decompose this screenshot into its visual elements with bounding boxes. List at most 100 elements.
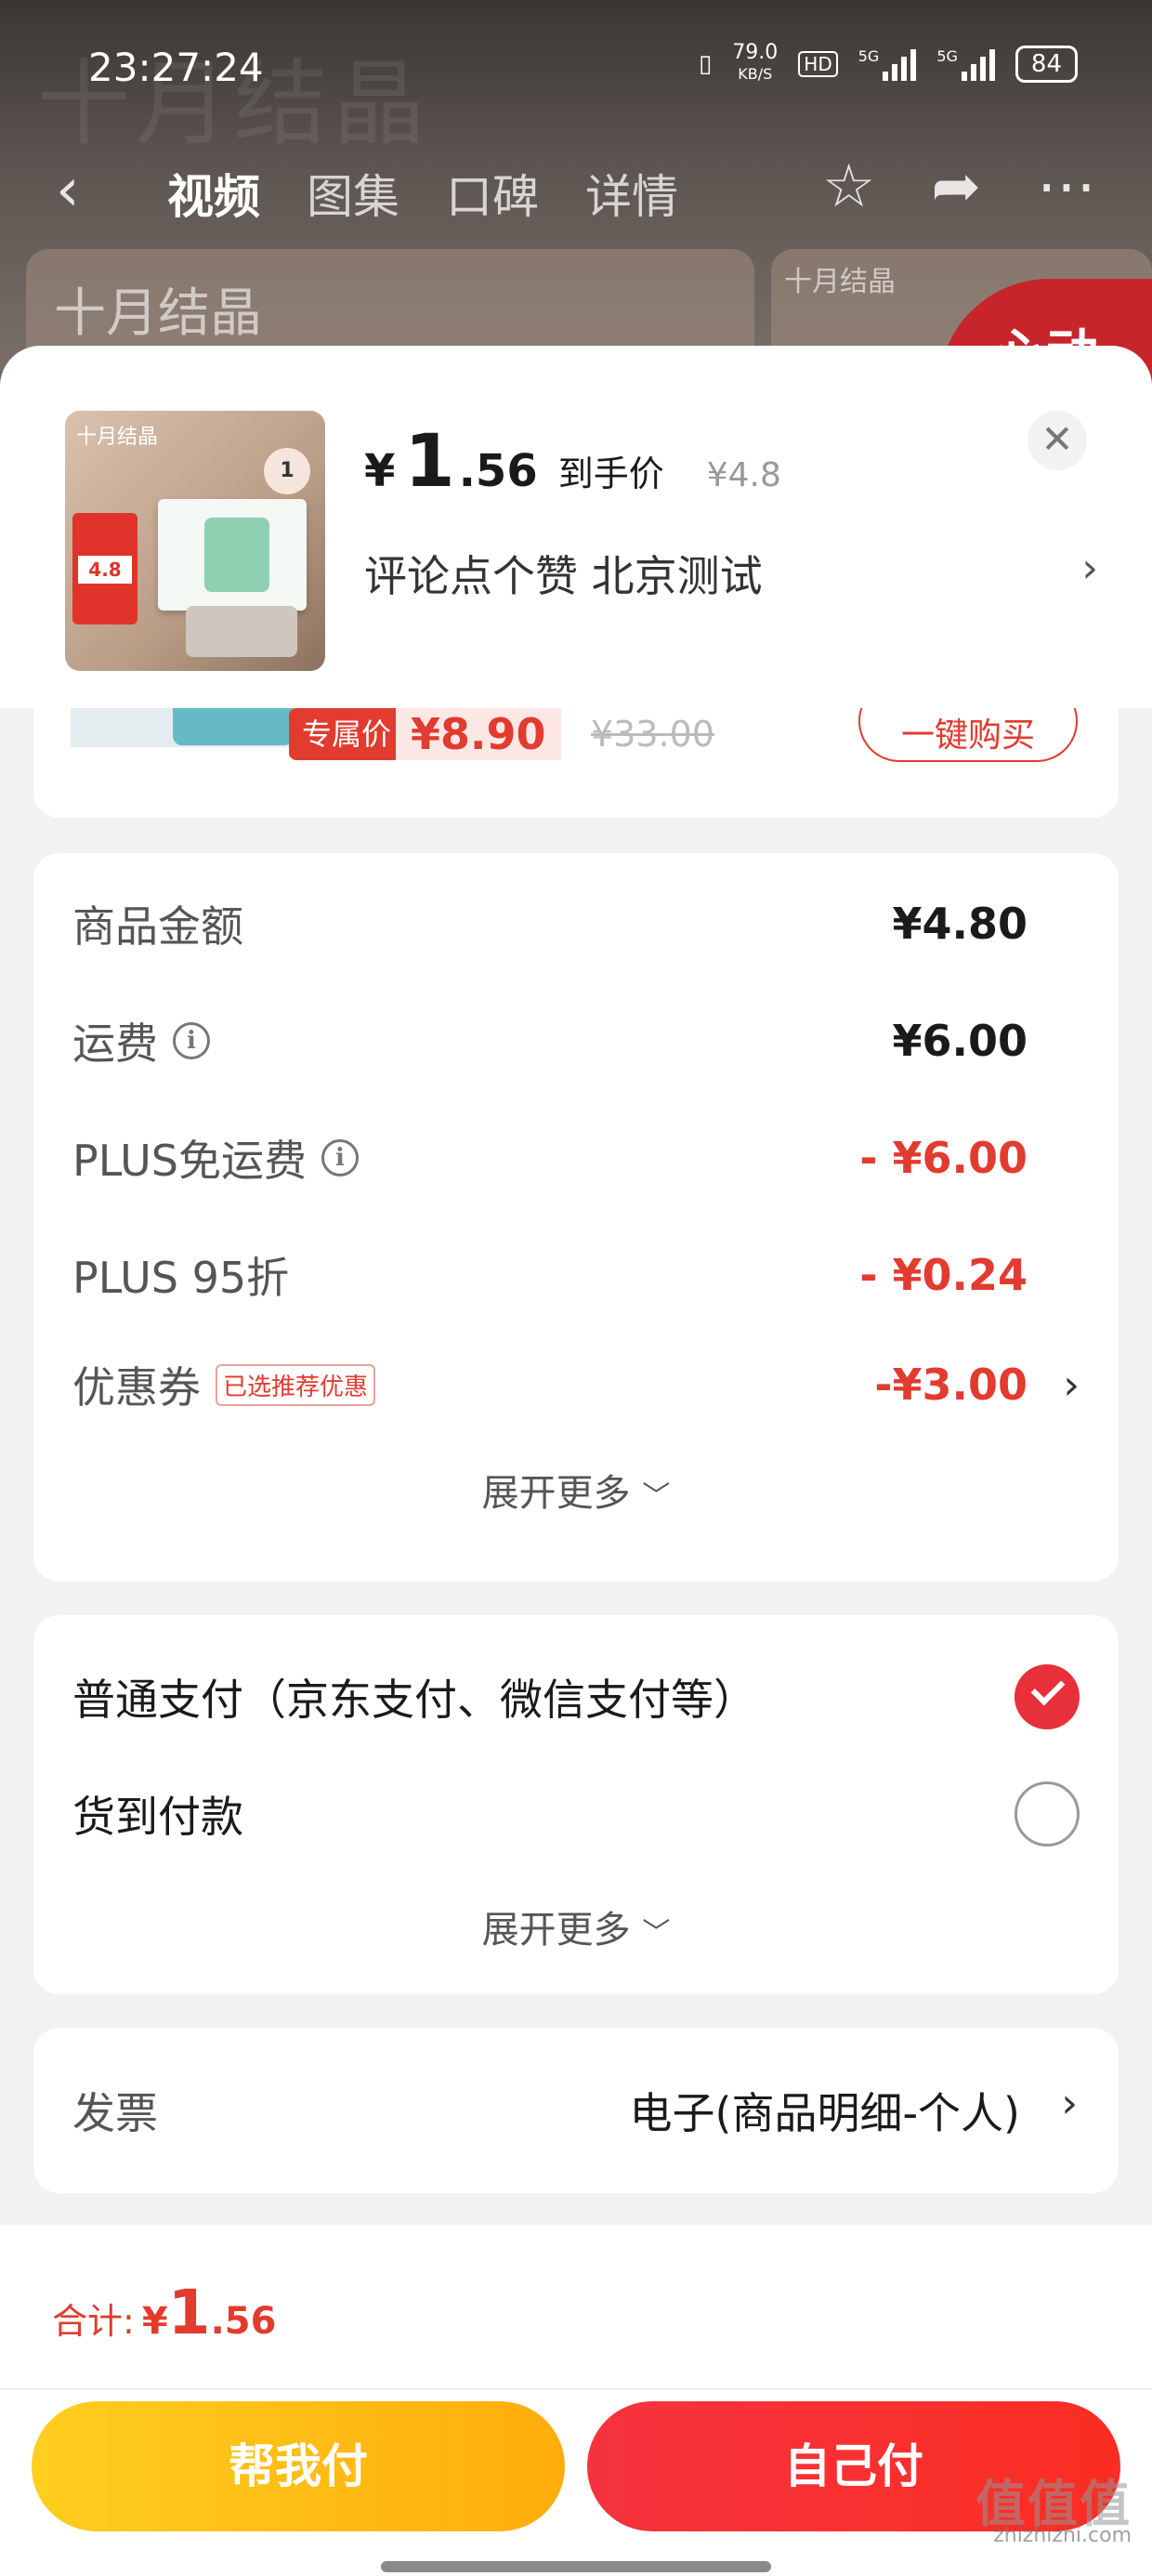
chevron-right-icon: ›	[1081, 545, 1098, 592]
status-bar: 23:27:24 ▯ 79.0 KB/S HD 5G 5G 84	[0, 0, 1152, 139]
network-speed-unit: KB/S	[738, 65, 773, 83]
sheet-header: 十月结晶 1 ¥ 1 .56 到手价 ¥4.8 ✕ 评论点个赞 北京测试 ›	[0, 346, 1152, 708]
chevron-down-icon: ﹀	[642, 1480, 671, 1513]
radio-checked-icon[interactable]	[1015, 1664, 1080, 1729]
product-image-badge: 1	[264, 448, 310, 494]
share-icon[interactable]: ➦	[931, 152, 981, 221]
home-indicator[interactable]	[381, 2561, 771, 2572]
tab-video[interactable]: 视频	[167, 160, 260, 227]
hd-icon: HD	[798, 50, 838, 77]
cost-row-plus-free-shipping: PLUS免运费 i - ¥6.00	[72, 1130, 1080, 1186]
vibrate-icon: ▯	[699, 49, 713, 78]
back-icon[interactable]: ‹	[56, 156, 80, 225]
cost-value: ¥6.00	[892, 1016, 1028, 1066]
coupon-row[interactable]: 优惠券 已选推荐优惠 -¥3.00 ›	[72, 1357, 1080, 1413]
star-icon[interactable]: ☆	[822, 152, 875, 221]
cost-label: 运费 i	[72, 1010, 210, 1071]
signal-label: 5G	[857, 46, 880, 65]
cost-value: - ¥6.00	[859, 1133, 1028, 1183]
payment-option-label: 普通支付（京东支付、微信支付等）	[72, 1675, 756, 1725]
product-image-promo	[72, 513, 137, 624]
help-me-pay-button[interactable]: 帮我付	[32, 2401, 565, 2531]
total-integer: 1	[167, 2277, 211, 2348]
tab-details[interactable]: 详情	[585, 160, 678, 227]
cost-label: 优惠券 已选推荐优惠	[72, 1354, 376, 1415]
price-integer: 1	[404, 420, 455, 504]
more-icon[interactable]: ⋯	[1037, 152, 1096, 221]
expand-more-button[interactable]: 展开更多 ﹀	[33, 1899, 1119, 1953]
nav-actions: ☆ ➦ ⋯	[822, 152, 1096, 221]
battery-icon: 84	[1015, 45, 1078, 83]
background-card-2-brand: 十月结晶	[784, 266, 896, 298]
product-image-base	[186, 606, 297, 657]
expand-more-button[interactable]: 展开更多 ﹀	[33, 1463, 1119, 1517]
original-price: ¥4.8	[706, 456, 781, 494]
product-image-box	[158, 499, 307, 611]
expand-more-label: 展开更多	[481, 1909, 631, 1952]
exclusive-price: ¥8.90	[396, 708, 561, 760]
product-image: 十月结晶 1	[65, 411, 325, 671]
chevron-right-icon: ›	[1061, 2080, 1078, 2127]
signal-icon: 5G	[858, 47, 917, 81]
product-image-brand: 十月结晶	[76, 426, 159, 449]
cost-breakdown-card: 商品金额 ¥4.80 运费 i ¥6.00 PLUS免运费 i - ¥6.00 …	[33, 853, 1119, 1582]
one-click-buy-button[interactable]: 一键购买	[858, 708, 1078, 762]
chevron-right-icon: ›	[1063, 1360, 1080, 1409]
cost-row-plus-discount: PLUS 95折 - ¥0.24	[72, 1247, 1080, 1303]
info-icon[interactable]: i	[173, 1022, 210, 1059]
expand-more-label: 展开更多	[481, 1472, 631, 1515]
top-nav: ‹ 视频 图集 口碑 详情 ☆ ➦ ⋯	[0, 149, 1152, 232]
cost-row-shipping: 运费 i ¥6.00	[72, 1013, 1080, 1069]
signal-icon-2: 5G	[936, 47, 995, 81]
payment-option-online[interactable]: 普通支付（京东支付、微信支付等）	[72, 1660, 1080, 1734]
recommend-thumbnail	[71, 708, 303, 747]
cost-label-text: 商品金额	[72, 901, 243, 952]
payment-option-cod[interactable]: 货到付款	[72, 1777, 1080, 1851]
price-decimal: .56	[458, 445, 538, 497]
signal-label-2: 5G	[936, 46, 958, 65]
site-watermark: zhizhizhi.com	[993, 2524, 1132, 2547]
payment-option-label: 货到付款	[72, 1792, 243, 1842]
recommend-original-price: ¥33.00	[591, 714, 714, 755]
cost-label: 商品金额	[72, 893, 243, 954]
total-label: 合计:	[52, 2301, 135, 2342]
cost-label-text: PLUS免运费	[72, 1136, 307, 1186]
coupon-badge: 已选推荐优惠	[216, 1363, 376, 1406]
cost-label: PLUS 95折	[72, 1244, 289, 1306]
cost-label: PLUS免运费 i	[72, 1127, 359, 1189]
divider	[0, 2388, 1152, 2390]
cost-row-goods: 商品金额 ¥4.80	[72, 896, 1080, 952]
status-icons: ▯ 79.0 KB/S HD 5G 5G 84	[699, 43, 1078, 85]
invoice-label: 发票	[72, 2088, 158, 2138]
nav-tabs: 视频 图集 口碑 详情	[167, 160, 678, 227]
network-speed: 79.0 KB/S	[732, 43, 778, 85]
invoice-value: 电子(商品明细-个人)	[629, 2088, 1021, 2138]
total-decimal: .56	[210, 2300, 277, 2343]
exclusive-price-tag: 专属价	[289, 708, 405, 760]
cost-label-text: 运费	[72, 1019, 158, 1069]
info-icon[interactable]: i	[321, 1139, 359, 1176]
spec-selector[interactable]: 评论点个赞 北京测试 ›	[364, 543, 1098, 604]
network-speed-value: 79.0	[732, 41, 779, 64]
tab-reviews[interactable]: 口碑	[446, 160, 539, 227]
invoice-row[interactable]: 发票 电子(商品明细-个人) ›	[33, 2028, 1119, 2193]
close-icon[interactable]: ✕	[1028, 411, 1087, 470]
radio-unchecked-icon[interactable]	[1015, 1781, 1080, 1847]
total-price: 合计: ¥ 1 .56	[52, 2277, 276, 2348]
tab-gallery[interactable]: 图集	[307, 160, 399, 227]
background-card-brand: 十月结晶	[54, 283, 262, 344]
recommend-card: 专属价 ¥8.90 ¥33.00 一键购买	[33, 708, 1119, 818]
total-symbol: ¥	[141, 2300, 168, 2343]
chevron-down-icon: ﹀	[642, 1917, 671, 1950]
spec-text: 评论点个赞 北京测试	[364, 551, 763, 601]
cost-value: ¥4.80	[892, 899, 1028, 949]
coupon-label: 优惠券	[72, 1362, 201, 1413]
cost-value: - ¥0.24	[859, 1250, 1028, 1300]
coupon-value: -¥3.00	[874, 1360, 1028, 1410]
cost-label-text: PLUS 95折	[72, 1253, 290, 1303]
checkout-sheet: 十月结晶 1 ¥ 1 .56 到手价 ¥4.8 ✕ 评论点个赞 北京测试 › 专…	[0, 346, 1152, 2576]
price-row: ¥ 1 .56 到手价 ¥4.8	[364, 420, 781, 504]
status-time: 23:27:24	[88, 45, 264, 90]
payment-method-card: 普通支付（京东支付、微信支付等） 货到付款 展开更多 ﹀	[33, 1615, 1119, 1994]
price-tag: 到手价	[557, 453, 664, 494]
